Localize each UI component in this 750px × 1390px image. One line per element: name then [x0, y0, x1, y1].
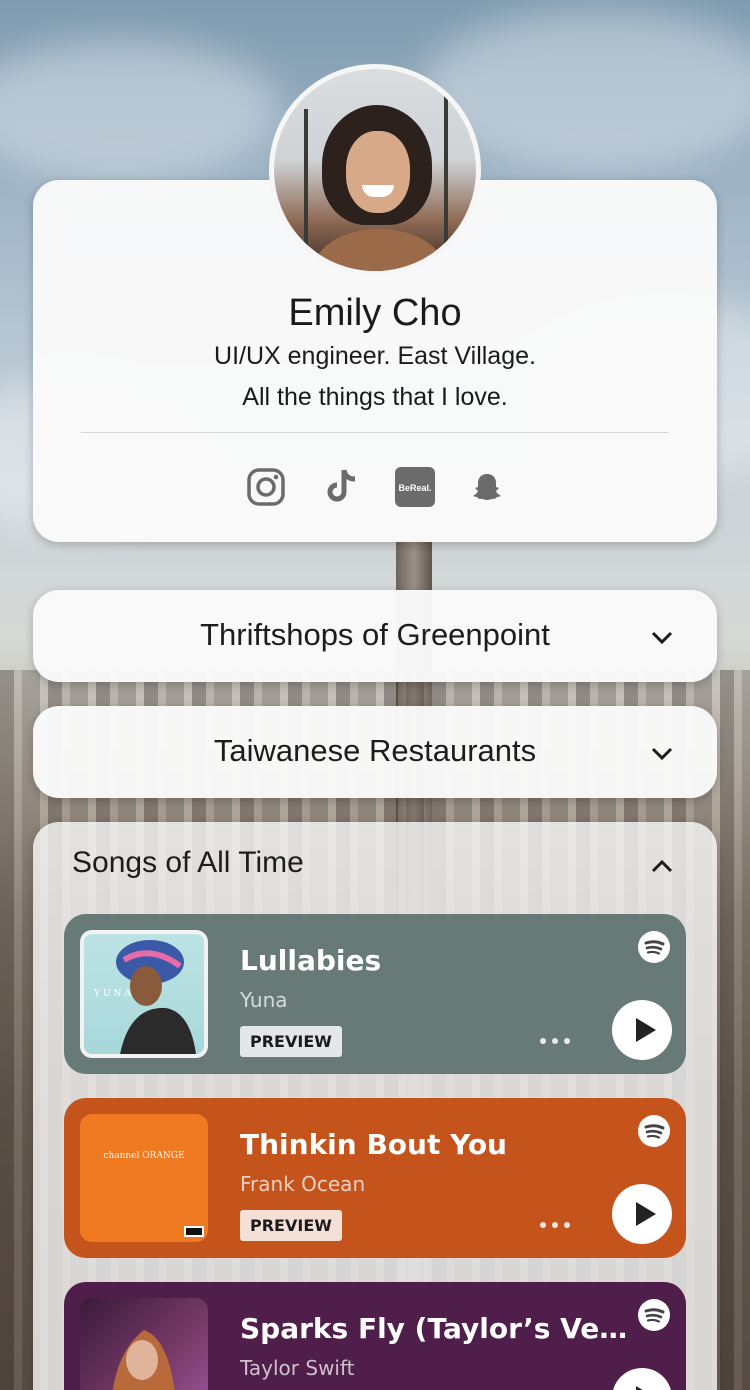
profile-avatar [269, 64, 481, 276]
profile-bio-line: All the things that I love. [242, 383, 508, 411]
section-title[interactable]: Songs of All Time [72, 846, 304, 880]
track-artist: Frank Ocean [240, 1172, 366, 1196]
track-title: Lullabies [240, 944, 382, 977]
chevron-down-icon [651, 747, 673, 761]
instagram-icon[interactable] [245, 466, 287, 508]
play-button[interactable] [612, 1368, 672, 1390]
track-card[interactable]: YUNA Lullabies Yuna PREVIEW [64, 914, 686, 1074]
section-songs: Songs of All Time YUNA Lullabies Yuna PR… [33, 822, 717, 1390]
album-art: channel ORANGE [80, 1114, 208, 1242]
section-thriftshops[interactable]: Thriftshops of Greenpoint [33, 590, 717, 682]
divider [81, 432, 669, 433]
track-title: Sparks Fly (Taylor’s Vers... [240, 1312, 630, 1345]
bereal-label: BeReal. [398, 483, 431, 493]
more-icon[interactable] [540, 1222, 570, 1228]
tiktok-icon[interactable] [322, 466, 364, 508]
chevron-up-icon[interactable] [649, 854, 675, 880]
spotify-icon[interactable] [638, 931, 670, 963]
track-title: Thinkin Bout You [240, 1128, 507, 1161]
bereal-icon[interactable]: BeReal. [394, 466, 436, 508]
more-icon[interactable] [540, 1038, 570, 1044]
svg-text:YUNA: YUNA [93, 989, 134, 999]
album-art: YUNA [80, 930, 208, 1058]
track-artist: Yuna [240, 988, 288, 1012]
chevron-down-icon [651, 631, 673, 645]
profile-name: Emily Cho [288, 292, 462, 334]
spotify-icon[interactable] [638, 1115, 670, 1147]
section-taiwanese-restaurants[interactable]: Taiwanese Restaurants [33, 706, 717, 798]
track-card[interactable]: channel ORANGE Thinkin Bout You Frank Oc… [64, 1098, 686, 1258]
svg-text:channel ORANGE: channel ORANGE [103, 1151, 184, 1161]
play-button[interactable] [612, 1000, 672, 1060]
section-title: Thriftshops of Greenpoint [200, 617, 550, 652]
track-card[interactable]: Sparks Fly (Taylor’s Vers... Taylor Swif… [64, 1282, 686, 1390]
spotify-icon[interactable] [638, 1299, 670, 1331]
album-art [80, 1298, 208, 1390]
preview-badge: PREVIEW [240, 1210, 342, 1241]
profile-bio-line: UI/UX engineer. East Village. [214, 342, 536, 370]
play-button[interactable] [612, 1184, 672, 1244]
section-title: Taiwanese Restaurants [213, 733, 537, 768]
preview-badge: PREVIEW [240, 1026, 342, 1057]
snapchat-icon[interactable] [466, 466, 508, 508]
track-artist: Taylor Swift [240, 1356, 355, 1380]
